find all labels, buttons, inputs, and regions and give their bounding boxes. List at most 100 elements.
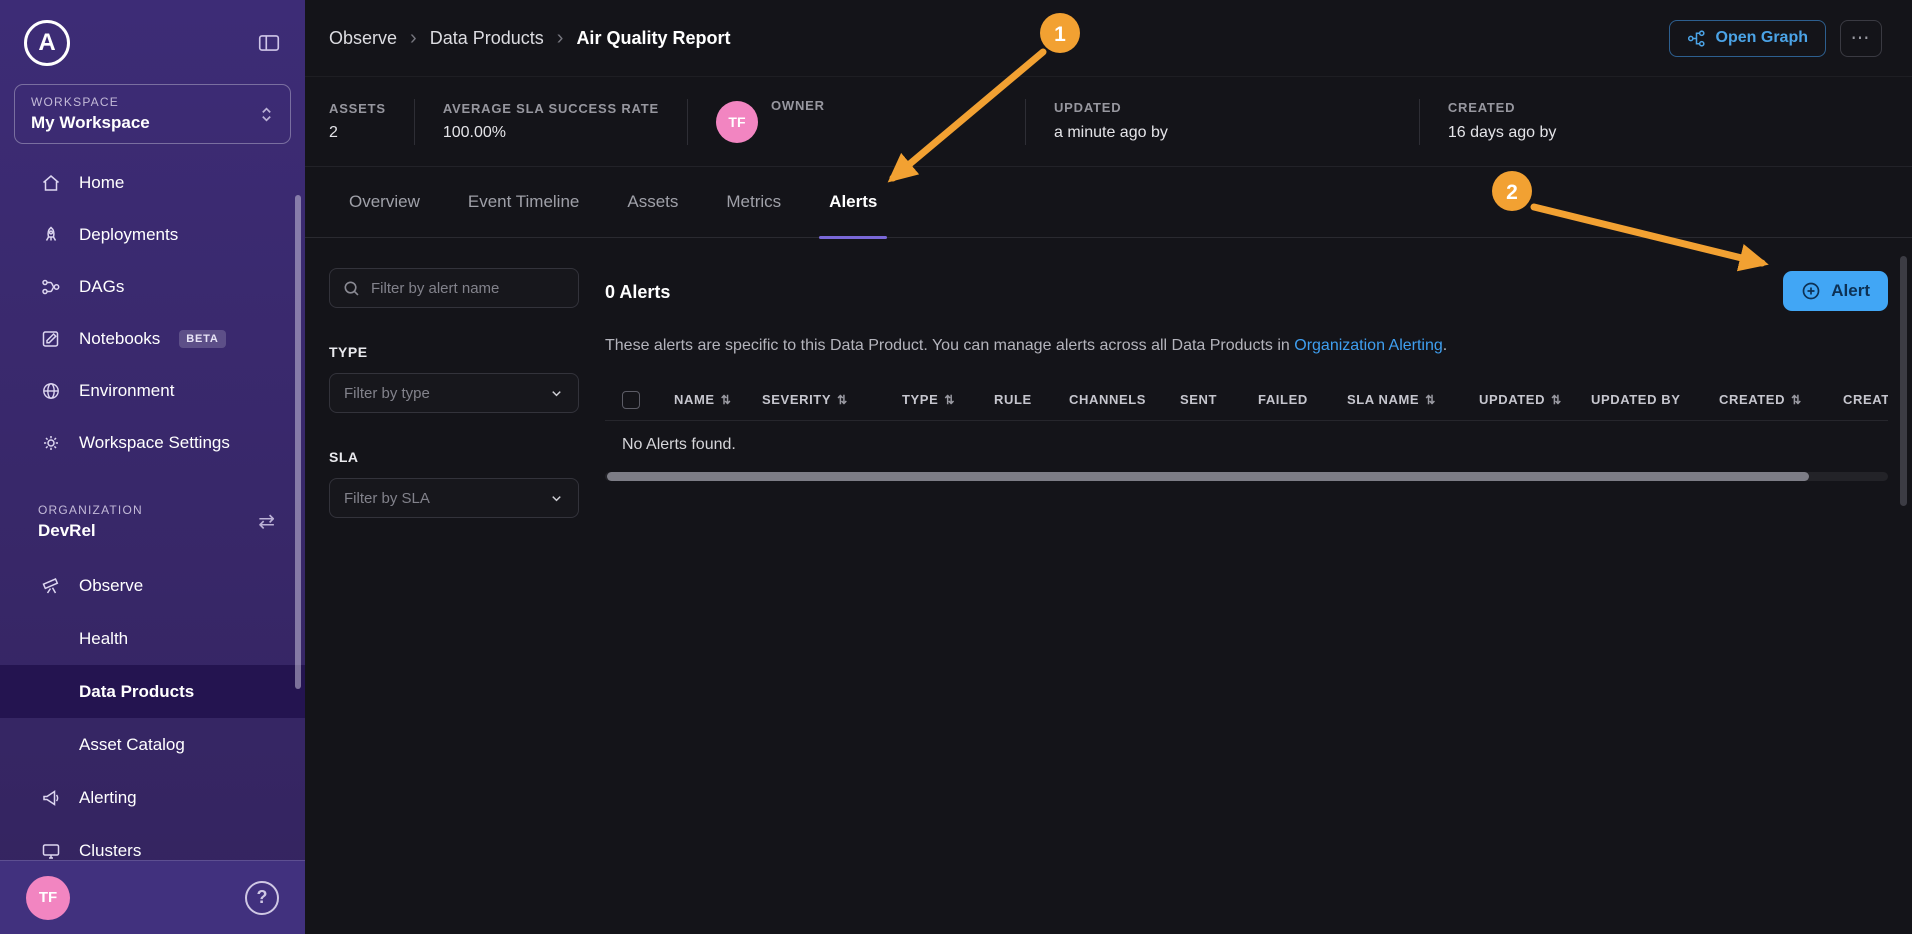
column-header-channels: CHANNELS [1069, 392, 1180, 407]
column-header-name[interactable]: NAME⇅ [674, 392, 762, 407]
select-all-checkbox[interactable] [622, 391, 640, 409]
sidebar-item-environment[interactable]: Environment [0, 365, 305, 417]
more-options-button[interactable]: ⋯ [1840, 20, 1882, 57]
tab-assets[interactable]: Assets [627, 167, 678, 237]
sidebar-item-home[interactable]: Home [0, 157, 305, 209]
redacted-created-by [1566, 123, 1779, 143]
add-alert-button[interactable]: Alert [1783, 271, 1888, 311]
sidebar-item-data-products[interactable]: Data Products [0, 665, 305, 718]
telescope-icon [38, 575, 64, 597]
type-filter-select[interactable]: Filter by type [329, 373, 579, 413]
chevron-down-icon [549, 386, 564, 401]
sidebar-item-label: Notebooks [79, 329, 160, 349]
stat-label: ASSETS [329, 101, 386, 116]
sidebar-scrollbar[interactable] [295, 195, 301, 689]
horizontal-scrollbar-thumb[interactable] [607, 472, 1809, 481]
breadcrumb-data-products[interactable]: Data Products [430, 28, 544, 49]
sla-filter-select[interactable]: Filter by SLA [329, 478, 579, 518]
swap-organization-icon[interactable]: ⇄ [258, 509, 275, 534]
sidebar-footer: TF ? [0, 860, 305, 934]
sort-icon: ⇅ [1791, 393, 1802, 407]
help-icon[interactable]: ? [245, 881, 279, 915]
tab-overview[interactable]: Overview [349, 167, 420, 237]
sort-icon: ⇅ [837, 393, 848, 407]
stat-updated: UPDATED a minute ago by [1054, 100, 1391, 143]
column-header-created[interactable]: CREATED⇅ [1719, 392, 1843, 407]
collapse-sidebar-icon[interactable] [257, 31, 281, 55]
sidebar-item-workspace-settings[interactable]: Workspace Settings [0, 417, 305, 469]
column-header-sla-name[interactable]: SLA NAME⇅ [1347, 392, 1479, 407]
vertical-scrollbar-thumb[interactable] [1900, 256, 1907, 506]
divider [1025, 99, 1026, 145]
sidebar: A WORKSPACE My Workspace [0, 0, 305, 934]
description-text: . [1443, 337, 1447, 354]
sidebar-item-observe[interactable]: Observe [0, 559, 305, 612]
stat-assets: ASSETS 2 [329, 101, 386, 142]
description-text: These alerts are specific to this Data P… [605, 337, 1294, 354]
alerts-count: 0 Alerts [605, 282, 670, 303]
sidebar-item-health[interactable]: Health [0, 612, 305, 665]
beta-badge: BETA [179, 330, 225, 348]
column-header-severity[interactable]: SEVERITY⇅ [762, 392, 902, 407]
topbar: Observe › Data Products › Air Quality Re… [305, 0, 1912, 77]
column-header-updated-by: UPDATED BY [1591, 392, 1719, 407]
sidebar-item-asset-catalog[interactable]: Asset Catalog [0, 718, 305, 771]
stat-value: 100.00% [443, 124, 659, 142]
sidebar-item-label: Home [79, 173, 124, 193]
main-content: Observe › Data Products › Air Quality Re… [305, 0, 1912, 934]
stat-label: CREATED [1448, 100, 1780, 115]
column-header-sent: SENT [1180, 392, 1258, 407]
sidebar-item-label: Clusters [79, 841, 141, 861]
stat-label: AVERAGE SLA SUCCESS RATE [443, 101, 659, 116]
alert-search-input[interactable] [371, 280, 570, 297]
sidebar-item-notebooks[interactable]: Notebooks BETA [0, 313, 305, 365]
tab-event-timeline[interactable]: Event Timeline [468, 167, 580, 237]
divider [414, 99, 415, 145]
alerts-description: These alerts are specific to this Data P… [605, 337, 1888, 355]
sidebar-item-label: DAGs [79, 277, 124, 297]
gear-icon [38, 432, 64, 454]
home-icon [38, 172, 64, 194]
divider [1419, 99, 1420, 145]
stat-value: 2 [329, 124, 386, 142]
stat-label: OWNER [771, 98, 997, 113]
sidebar-item-label: Deployments [79, 225, 178, 245]
organization-label: ORGANIZATION [38, 503, 143, 517]
stat-created: CREATED 16 days ago by [1448, 100, 1780, 143]
stat-sla-success-rate: AVERAGE SLA SUCCESS RATE 100.00% [443, 101, 659, 142]
column-header-created-by[interactable]: CREATED BY [1843, 392, 1888, 407]
select-placeholder: Filter by SLA [344, 490, 430, 507]
user-avatar[interactable]: TF [26, 876, 70, 920]
notebook-icon [38, 328, 64, 350]
filters-panel: TYPE Filter by type SLA Filter by SLA [329, 268, 579, 518]
chevron-updown-icon [259, 105, 274, 124]
sidebar-item-alerting[interactable]: Alerting [0, 771, 305, 824]
tab-metrics[interactable]: Metrics [726, 167, 781, 237]
alerts-panel: 0 Alerts Alert These alerts are specific… [605, 268, 1888, 518]
sidebar-item-deployments[interactable]: Deployments [0, 209, 305, 261]
column-header-type[interactable]: TYPE⇅ [902, 392, 994, 407]
sidebar-item-dags[interactable]: DAGs [0, 261, 305, 313]
redacted-updated-by [1178, 123, 1391, 143]
stat-owner: TF OWNER [716, 98, 997, 145]
alerts-table-header: NAME⇅ SEVERITY⇅ TYPE⇅ RULE CHANNELS SENT… [605, 379, 1888, 421]
stat-value: a minute ago by [1054, 124, 1168, 141]
page-title: Air Quality Report [576, 28, 730, 49]
workspace-switcher[interactable]: WORKSPACE My Workspace [14, 84, 291, 144]
observe-menu: Observe Health Data Products Asset Catal… [0, 559, 305, 877]
column-header-updated[interactable]: UPDATED⇅ [1479, 392, 1591, 407]
sidebar-item-label: Environment [79, 381, 174, 401]
alerts-content: TYPE Filter by type SLA Filter by SLA [305, 238, 1912, 518]
stat-label: UPDATED [1054, 100, 1391, 115]
tab-alerts[interactable]: Alerts [829, 167, 877, 237]
breadcrumb-observe[interactable]: Observe [329, 28, 397, 49]
sort-icon: ⇅ [944, 393, 955, 407]
astronomer-logo[interactable]: A [24, 20, 70, 66]
megaphone-icon [38, 787, 64, 809]
horizontal-scrollbar[interactable] [605, 472, 1888, 481]
open-graph-button[interactable]: Open Graph [1669, 20, 1826, 57]
redacted-owner-name [771, 121, 997, 145]
column-header-rule: RULE [994, 392, 1069, 407]
owner-avatar: TF [716, 101, 758, 143]
organization-alerting-link[interactable]: Organization Alerting [1294, 337, 1443, 354]
